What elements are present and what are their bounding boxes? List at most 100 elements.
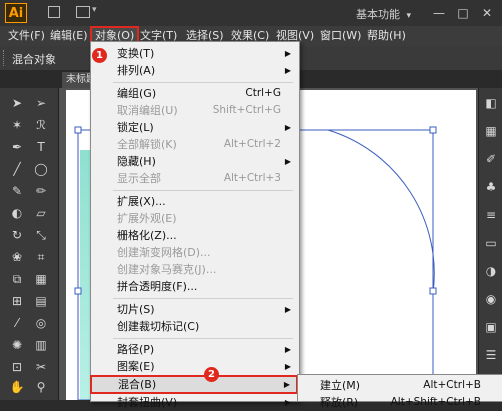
warp-tool-icon[interactable]: ❀ [6,248,28,266]
step-badge-2: 2 [204,367,219,382]
menu-separator [113,190,293,191]
menu-item-hide[interactable]: 隐藏(H) ▶ [91,153,297,170]
bridge-icon[interactable] [48,6,60,18]
menu-item-label: 拼合透明度(F)... [117,280,198,293]
menu-item-expand[interactable]: 扩展(X)... [91,193,297,210]
scale-tool-icon[interactable]: ⤡ [30,226,52,244]
symbols-panel-icon[interactable]: ♣ [480,178,502,196]
blend-tool-icon[interactable]: ◎ [30,314,52,332]
arrange-documents-icon[interactable] [76,6,90,18]
chevron-down-icon[interactable]: ▾ [92,5,97,15]
hand-tool-icon[interactable]: ✋ [6,378,28,396]
menu-item-arrange[interactable]: 排列(A) ▶ [91,62,297,79]
eraser-icon[interactable]: ▱ [30,204,52,222]
ellipse-tool-icon[interactable]: ◯ [30,160,52,178]
anchor-handle[interactable] [74,287,82,295]
magic-wand-icon[interactable]: ✶ [6,116,28,134]
transparency-panel-icon[interactable]: ◑ [480,262,502,280]
menu-item-flatten-transparency[interactable]: 拼合透明度(F)... [91,278,297,295]
menu-item-group[interactable]: 编组(G) Ctrl+G [91,85,297,102]
menu-item-blend-make[interactable]: 建立(M) Alt+Ctrl+B [298,377,502,394]
menu-item-blend-release[interactable]: 释放(R) Alt+Shift+Ctrl+B [298,394,502,411]
symbol-sprayer-icon[interactable]: ✺ [6,336,28,354]
menu-item-unlock-all: 全部解锁(K) Alt+Ctrl+2 [91,136,297,153]
menu-item-lock[interactable]: 锁定(L) ▶ [91,119,297,136]
menu-item-label: 切片(S) [117,303,155,316]
panel-grip-icon[interactable] [3,50,7,66]
tools-panel: ➤ ➢ ✶ ℛ ✒ T ╱ ◯ ✎ ✏ ◐ ▱ ↻ ⤡ ❀ ⌗ ⧉ ▦ ⊞ ▤ … [0,88,59,400]
menu-item-transform[interactable]: 变换(T) ▶ [91,45,297,62]
graph-tool-icon[interactable]: ▥ [30,336,52,354]
menu-item-label: 路径(P) [117,343,155,356]
menu-item-envelope-distort[interactable]: 封套扭曲(V) ▶ [91,394,297,411]
gradient-tool-icon[interactable]: ▤ [30,292,52,310]
menu-item-shortcut: Alt+Ctrl+2 [223,138,281,150]
pencil-icon[interactable]: ✏ [30,182,52,200]
type-tool-icon[interactable]: T [30,138,52,156]
anchor-handle[interactable] [429,126,437,134]
appearance-panel-icon[interactable]: ◉ [480,290,502,308]
selection-tool-icon[interactable]: ➤ [6,94,28,112]
lasso-icon[interactable]: ℛ [30,116,52,134]
menu-item-label: 创建对象马赛克(J)... [117,263,217,276]
stroke-panel-icon[interactable]: ≡ [480,206,502,224]
blob-brush-icon[interactable]: ◐ [6,204,28,222]
perspective-grid-icon[interactable]: ▦ [30,270,52,288]
menu-item-create-trim-marks[interactable]: 创建裁切标记(C) [91,318,297,335]
slice-tool-icon[interactable]: ✂ [30,358,52,376]
workspace-label: 基本功能 [356,8,400,21]
menu-window[interactable]: 窗口(W) [320,26,361,46]
paintbrush-icon[interactable]: ✎ [6,182,28,200]
artboard-tool-icon[interactable]: ⊡ [6,358,28,376]
menu-item-path[interactable]: 路径(P) ▶ [91,341,297,358]
mesh-tool-icon[interactable]: ⊞ [6,292,28,310]
menu-item-label: 取消编组(U) [117,104,178,117]
brushes-panel-icon[interactable]: ✐ [480,150,502,168]
menu-item-pattern[interactable]: 图案(E) ▶ [91,358,297,375]
menu-item-show-all: 显示全部 Alt+Ctrl+3 [91,170,297,187]
menu-item-shortcut: Alt+Ctrl+3 [223,172,281,184]
submenu-arrow-icon: ▶ [284,123,291,132]
free-transform-icon[interactable]: ⌗ [30,248,52,266]
submenu-arrow-icon: ▶ [284,398,291,407]
rotate-tool-icon[interactable]: ↻ [6,226,28,244]
graphic-styles-panel-icon[interactable]: ▣ [480,318,502,336]
menu-help[interactable]: 帮助(H) [367,26,406,46]
menu-item-label: 全部解锁(K) [117,138,177,151]
menu-item-label: 锁定(L) [117,121,154,134]
step-badge-1: 1 [92,48,107,63]
line-tool-icon[interactable]: ╱ [6,160,28,178]
layers-panel-icon[interactable]: ☰ [480,346,502,364]
minimize-button[interactable]: — [428,4,450,22]
anchor-handle[interactable] [74,126,82,134]
eyedropper-icon[interactable]: ⁄ [6,314,28,332]
menu-item-object-mosaic: 创建对象马赛克(J)... [91,261,297,278]
object-menu-dropdown: 变换(T) ▶ 排列(A) ▶ 编组(G) Ctrl+G 取消编组(U) Shift+C… [90,41,300,409]
pen-tool-icon[interactable]: ✒ [6,138,28,156]
menu-separator [113,338,293,339]
menu-item-blend[interactable]: 混合(B) ▶ [90,375,298,394]
color-panel-icon[interactable]: ◧ [480,94,502,112]
menu-item-slice[interactable]: 切片(S) ▶ [91,301,297,318]
zoom-tool-icon[interactable]: ⚲ [30,378,52,396]
workspace-switcher[interactable]: 基本功能 ▾ [356,6,411,22]
circle-path [327,129,435,400]
submenu-arrow-icon: ▶ [284,66,291,75]
menu-item-label: 创建渐变网格(D)... [117,246,211,259]
submenu-arrow-icon: ▶ [284,305,291,314]
gradient-panel-icon[interactable]: ▭ [480,234,502,252]
shape-builder-icon[interactable]: ⧉ [6,270,28,288]
anchor-handle[interactable] [429,287,437,295]
menu-item-shortcut: Shift+Ctrl+G [212,104,281,116]
menu-item-label: 隐藏(H) [117,155,156,168]
menu-item-rasterize[interactable]: 栅格化(Z)... [91,227,297,244]
menu-edit[interactable]: 编辑(E) [50,26,88,46]
direct-selection-tool-icon[interactable]: ➢ [30,94,52,112]
maximize-button[interactable]: □ [452,4,474,22]
menu-item-label: 扩展(X)... [117,195,166,208]
submenu-arrow-icon: ▶ [284,49,291,58]
menu-file[interactable]: 文件(F) [8,26,45,46]
swatches-panel-icon[interactable]: ▦ [480,122,502,140]
submenu-arrow-icon: ▶ [284,157,291,166]
close-button[interactable]: ✕ [476,4,498,22]
